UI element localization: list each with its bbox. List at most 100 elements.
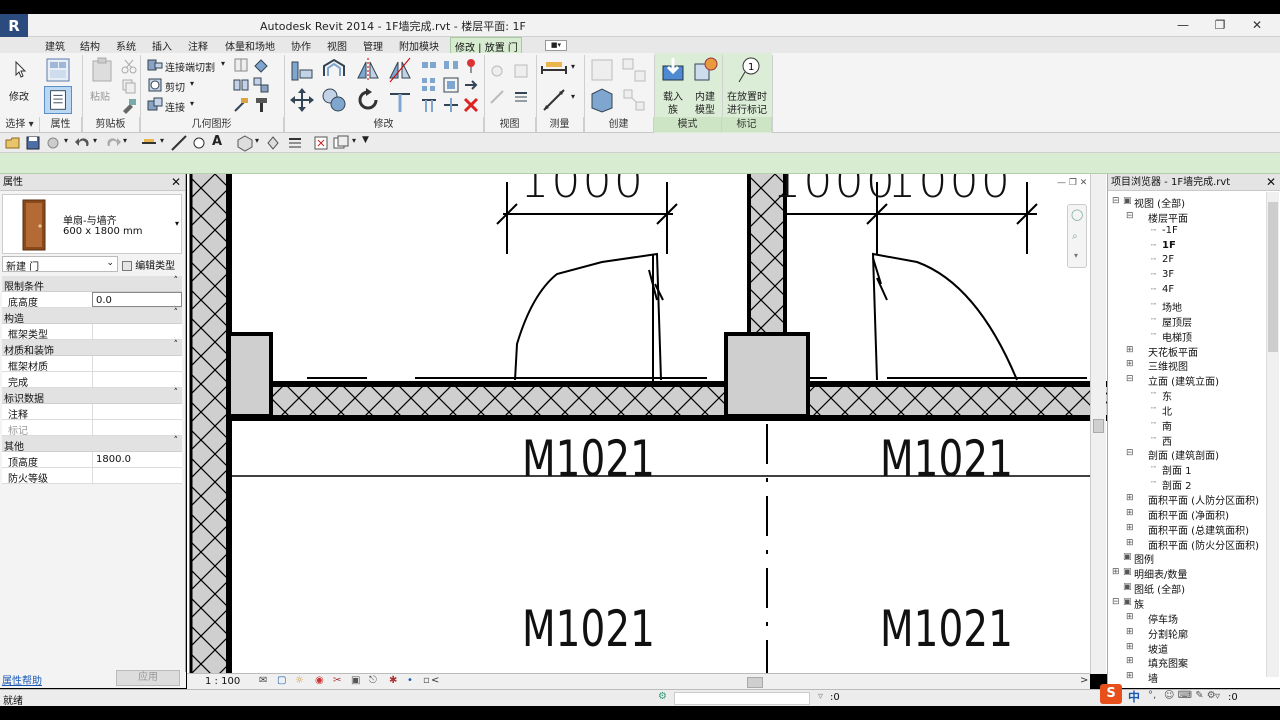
property-value-field[interactable] [92, 356, 182, 371]
create-group-icon[interactable] [620, 56, 648, 84]
browser-scrollbar[interactable] [1266, 192, 1279, 677]
property-value-field[interactable]: 0.0 [92, 292, 182, 307]
browser-node[interactable]: 剖面 1 [1162, 462, 1192, 477]
browser-node[interactable]: 天花板平面 [1148, 344, 1198, 359]
match-properties-icon[interactable] [120, 97, 138, 115]
hide-element-icon[interactable] [488, 62, 506, 80]
cut-dropdown-arrow[interactable]: ▾ [190, 79, 194, 88]
wall-horizontal[interactable] [227, 384, 1107, 416]
rotate-icon[interactable] [354, 86, 382, 114]
steering-wheel-icon[interactable]: ◯ [1071, 208, 1083, 221]
visual-style-icon[interactable]: ▢ [277, 675, 286, 686]
create-similar-icon[interactable] [620, 86, 648, 114]
collapse-caret-icon[interactable]: ˄ [174, 308, 179, 318]
switch-windows-dropdown-arrow[interactable]: ▾ [352, 136, 356, 145]
move-icon[interactable] [288, 86, 316, 114]
browser-node[interactable]: 南 [1162, 418, 1172, 433]
expand-toggle-icon[interactable]: ⊞ [1126, 656, 1134, 666]
cut-clipboard-icon[interactable] [120, 57, 138, 75]
properties-close-icon[interactable]: ✕ [171, 174, 181, 191]
tab-massing-site[interactable]: 体量和场地 [225, 38, 275, 53]
aligned-dim-qat-icon[interactable] [140, 134, 158, 152]
delete-icon[interactable] [462, 96, 480, 114]
nav-dropdown-arrow[interactable]: ▾ [1074, 251, 1078, 260]
browser-node[interactable]: 墙 [1148, 670, 1158, 685]
property-category[interactable]: 构造 ˄ [2, 308, 182, 325]
browser-node[interactable]: 分割轮廓 [1148, 626, 1188, 641]
property-value-field[interactable] [92, 420, 182, 435]
align-icon[interactable] [288, 56, 316, 84]
property-value-field[interactable] [92, 372, 182, 387]
browser-node[interactable]: 面积平面 (人防分区面积) [1148, 492, 1259, 507]
sun-path-icon[interactable]: ☼ [295, 675, 304, 686]
undo-icon[interactable] [74, 134, 92, 152]
pin-icon[interactable] [462, 76, 480, 94]
tab-structure[interactable]: 结构 [80, 38, 100, 53]
collapse-caret-icon[interactable]: ˄ [174, 436, 179, 446]
select-group-dropdown[interactable]: 选择 ▾ [0, 117, 40, 132]
properties-help-link[interactable]: 属性帮助 [2, 672, 42, 687]
collapse-toggle-icon[interactable]: ⊟ [1112, 196, 1120, 206]
browser-node[interactable]: 东 [1162, 388, 1172, 403]
mirror-draw-axis-icon[interactable] [386, 56, 414, 84]
override-graphics-icon[interactable] [512, 62, 530, 80]
drawing-canvas[interactable]: 1000 1000 1000 M1021 M1021 M1021 M1021 —… [187, 174, 1107, 674]
create-assembly-icon[interactable] [588, 56, 616, 84]
measure-qat-icon[interactable] [170, 134, 188, 152]
door-tag-upper-left[interactable]: M1021 [522, 430, 655, 488]
expand-toggle-icon[interactable]: ⊞ [1126, 345, 1134, 355]
ribbon-minimize-toggle[interactable]: ■▾ [545, 40, 567, 51]
browser-node[interactable]: 面积平面 (总建筑面积) [1148, 522, 1249, 537]
aligned-dimension-icon[interactable] [540, 86, 568, 114]
browser-close-icon[interactable]: ✕ [1266, 174, 1276, 191]
browser-node[interactable]: 北 [1162, 403, 1172, 418]
cut-geometry-label[interactable]: 剪切 [165, 79, 185, 94]
property-category[interactable]: 其他 ˄ [2, 436, 182, 453]
unjoin-icon[interactable] [252, 76, 270, 94]
detail-level-icon[interactable]: ✉ [259, 675, 267, 686]
browser-node[interactable]: 坡道 [1148, 641, 1168, 656]
expand-toggle-icon[interactable]: ⊞ [1126, 538, 1134, 548]
expand-toggle-icon[interactable]: ⊞ [1126, 612, 1134, 622]
dimension-text-right[interactable]: 1000 [887, 174, 1012, 208]
property-value-field[interactable]: 1800.0 [92, 452, 182, 467]
measure-dropdown-arrow[interactable]: ▾ [571, 62, 575, 71]
property-value-field[interactable] [92, 324, 182, 339]
browser-node[interactable]: 填充图案 [1148, 655, 1188, 670]
collapse-toggle-icon[interactable]: ⊟ [1112, 597, 1120, 607]
tab-architecture[interactable]: 建筑 [45, 38, 65, 53]
selection-filter-icon[interactable]: ▿ [818, 691, 823, 702]
browser-node[interactable]: 图例 [1134, 551, 1154, 566]
property-value-field[interactable] [92, 468, 182, 483]
tag-on-placement-label-line2[interactable]: 进行标记 [727, 101, 767, 116]
offset-icon[interactable] [320, 56, 348, 84]
design-options-field[interactable] [674, 692, 810, 705]
reveal-hidden-icon[interactable]: • [407, 675, 413, 686]
copy-element-icon[interactable] [320, 86, 348, 114]
browser-node[interactable]: 图纸 (全部) [1134, 581, 1185, 596]
browser-node[interactable]: 1F [1162, 240, 1176, 251]
trim-extend-icon[interactable] [386, 86, 414, 114]
unpin-icon[interactable] [462, 56, 480, 74]
cope-label[interactable]: 连接端切割 [165, 59, 215, 74]
expand-toggle-icon[interactable]: ⊞ [1126, 627, 1134, 637]
browser-node[interactable]: 屋顶层 [1162, 314, 1192, 329]
browser-scroll-thumb[interactable] [1268, 202, 1278, 352]
thin-lines-qat-icon[interactable] [286, 134, 304, 152]
browser-node[interactable]: 停车场 [1148, 611, 1178, 626]
edit-type-button[interactable]: 编辑类型 [120, 256, 184, 272]
properties-palette-icon[interactable] [44, 86, 72, 114]
lock-view-icon[interactable]: ⎋ [369, 675, 377, 686]
customize-qat-button[interactable]: ▼ [362, 135, 369, 145]
split-element-icon[interactable] [420, 56, 438, 74]
measure-icon[interactable] [540, 56, 568, 84]
collapse-caret-icon[interactable]: ˄ [174, 276, 179, 286]
model-in-place-icon[interactable] [691, 56, 719, 84]
modify-button-label[interactable]: 修改 [9, 88, 29, 103]
3d-view-icon[interactable] [236, 134, 254, 152]
collapse-caret-icon[interactable]: ˄ [174, 388, 179, 398]
dimension-text-middle[interactable]: 1000 [772, 174, 897, 208]
floor-plan-drawing[interactable] [187, 174, 1107, 674]
demolish-icon[interactable] [232, 96, 250, 114]
expand-toggle-icon[interactable]: ⊞ [1126, 508, 1134, 518]
